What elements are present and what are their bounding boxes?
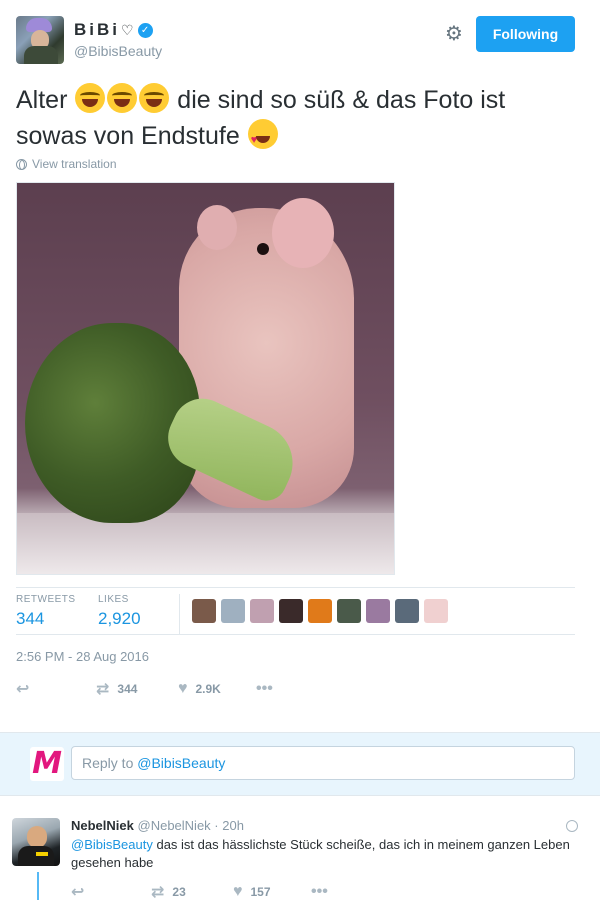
- reply-retweet-count: 23: [172, 885, 186, 899]
- more-icon: •••: [256, 680, 273, 697]
- like-button[interactable]: ♥ 2.9K: [178, 680, 256, 698]
- liker-avatar[interactable]: [424, 599, 448, 623]
- globe-icon[interactable]: [566, 820, 578, 832]
- reply-button[interactable]: ↩: [16, 679, 96, 699]
- reply-tweet[interactable]: NebelNiek @NebelNiek · 20h @BibisBeauty …: [0, 808, 600, 900]
- tweet-timestamp[interactable]: 2:56 PM - 28 Aug 2016: [16, 649, 149, 664]
- avatar-body: [24, 46, 58, 64]
- reply-like-count: 157: [250, 885, 271, 899]
- more-button[interactable]: •••: [256, 680, 273, 698]
- retweet-icon: ⇄: [151, 884, 165, 900]
- view-translation-link[interactable]: View translation: [16, 157, 117, 171]
- retweet-icon: ⇄: [96, 681, 110, 698]
- liker-avatar[interactable]: [250, 599, 274, 623]
- face-with-tears-of-joy-icon: [75, 83, 106, 113]
- like-count: 2.9K: [195, 682, 221, 696]
- more-icon: •••: [311, 883, 328, 900]
- reply-input-placeholder: Reply to: [82, 755, 138, 771]
- tweet-text-part-1: Alter: [16, 86, 75, 114]
- liker-avatar[interactable]: [366, 599, 390, 623]
- likes-label: LIKES: [98, 594, 129, 605]
- reply-author-name[interactable]: NebelNiek: [71, 818, 134, 833]
- photo-guinea-pig-ear-left: [197, 205, 237, 250]
- photo-guinea-pig-ear-right: [272, 198, 334, 268]
- tweet-photo[interactable]: [16, 182, 395, 575]
- reply-mention[interactable]: @BibisBeauty: [71, 837, 153, 852]
- reply-header: NebelNiek @NebelNiek · 20h: [71, 818, 244, 833]
- reply-author-avatar[interactable]: [12, 818, 60, 866]
- reply-like-button[interactable]: ♥ 157: [233, 883, 311, 900]
- likes-count: 2,920: [98, 609, 141, 628]
- reply-actions: ↩ ⇄ 23 ♥ 157 •••: [71, 882, 328, 900]
- liker-avatar[interactable]: [337, 599, 361, 623]
- photo-table-surface: [17, 513, 394, 574]
- tweet-stats: RETWEETS 344 LIKES 2,920: [16, 587, 575, 635]
- globe-icon: [16, 158, 27, 170]
- reply-icon: ↩: [16, 681, 30, 698]
- reply-more-button[interactable]: •••: [311, 883, 328, 900]
- heart-eyes-icon: [247, 119, 278, 158]
- author-handle[interactable]: @BibisBeauty: [74, 43, 162, 59]
- retweet-count: 344: [117, 682, 138, 696]
- reply-author-handle[interactable]: @NebelNiek: [138, 818, 211, 833]
- reply-reply-button[interactable]: ↩: [71, 882, 151, 900]
- reply-icon: ↩: [71, 884, 85, 900]
- tweet-text: Alter die sind so süß & das Foto ist sow…: [16, 82, 581, 158]
- reply-composer: M Reply to @BibisBeauty: [0, 732, 600, 796]
- reply-avatar-body: [18, 846, 54, 866]
- author-avatar[interactable]: [16, 16, 64, 64]
- face-with-tears-of-joy-icon: [139, 83, 170, 113]
- reply-text: @BibisBeauty das ist das hässlichste Stü…: [71, 836, 581, 872]
- reply-time[interactable]: 20h: [222, 818, 244, 833]
- retweets-stat[interactable]: RETWEETS 344: [16, 594, 76, 629]
- reply-retweet-button[interactable]: ⇄ 23: [151, 882, 233, 900]
- reply-avatar-stripe: [36, 852, 48, 856]
- liker-avatars: [192, 599, 453, 623]
- following-button[interactable]: Following: [476, 16, 575, 52]
- tweet-actions: ↩ ⇄ 344 ♥ 2.9K •••: [16, 678, 273, 700]
- liker-avatar[interactable]: [395, 599, 419, 623]
- reply-separator: ·: [214, 818, 219, 833]
- author-name-heart: ♡: [121, 21, 134, 38]
- likes-stat[interactable]: LIKES 2,920: [98, 594, 141, 629]
- view-translation-label: View translation: [32, 157, 117, 171]
- author-name[interactable]: BiBi: [74, 20, 120, 40]
- tweet: BiBi ♡ ✓ @BibisBeauty ⚙ Following Alter …: [0, 0, 600, 732]
- stats-divider: [179, 594, 180, 634]
- retweets-count: 344: [16, 609, 45, 628]
- liker-avatar[interactable]: [192, 599, 216, 623]
- verified-badge-icon: ✓: [137, 22, 153, 38]
- retweet-button[interactable]: ⇄ 344: [96, 679, 178, 699]
- retweets-label: RETWEETS: [16, 594, 76, 605]
- reply-avatar-face: [27, 826, 47, 848]
- liker-avatar[interactable]: [308, 599, 332, 623]
- photo-guinea-pig-eye: [257, 243, 269, 255]
- thread-line: [37, 872, 39, 900]
- liker-avatar[interactable]: [279, 599, 303, 623]
- gear-icon[interactable]: ⚙: [443, 23, 465, 45]
- heart-icon: ♥: [233, 883, 243, 900]
- liker-avatar[interactable]: [221, 599, 245, 623]
- my-avatar[interactable]: M: [30, 747, 64, 781]
- reply-input[interactable]: Reply to @BibisBeauty: [71, 746, 575, 780]
- heart-icon: ♥: [178, 680, 188, 697]
- face-with-tears-of-joy-icon: [107, 83, 138, 113]
- reply-input-mention: @BibisBeauty: [137, 755, 226, 771]
- author-name-row[interactable]: BiBi ♡ ✓: [74, 20, 153, 40]
